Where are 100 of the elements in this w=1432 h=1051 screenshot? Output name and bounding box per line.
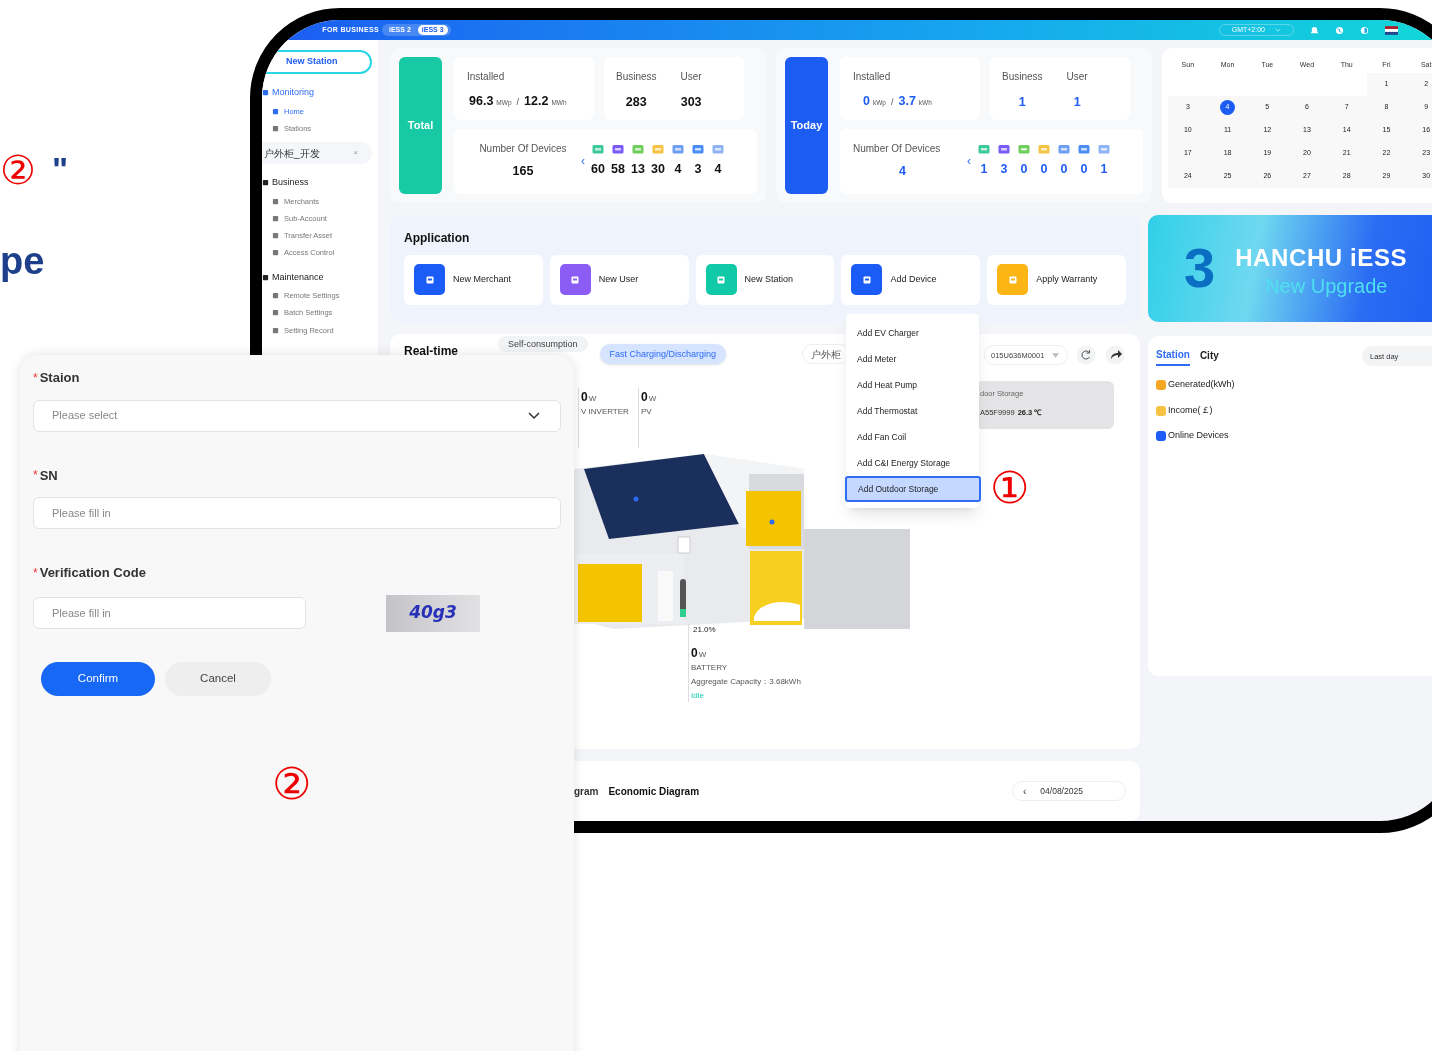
annotation-marker: ② [0,150,36,190]
chevron-down-icon [528,411,540,420]
mode-tab[interactable]: Self-consumption [498,336,588,353]
stat-value: 283 [625,94,647,111]
application-shortcut[interactable]: New User [549,254,689,305]
bell-icon [1310,25,1319,35]
station-select[interactable]: Please select [33,399,561,432]
diagram-tab[interactable]: Economic Diagram [608,783,700,799]
input-field[interactable]: Please fill in [33,597,306,629]
metric-label: Online Devices [1168,429,1229,443]
device-type-icon [1058,143,1070,154]
menu-item-icon [272,107,279,115]
battery-percent: 21.0% [693,624,717,637]
open-tab[interactable]: 户外柜_开发 × [262,142,372,164]
application-shortcut[interactable]: Apply Warranty [987,254,1126,305]
globe-icon [1335,25,1344,35]
form-button[interactable]: Cancel [165,661,271,696]
application-shortcut[interactable]: New Station [695,254,835,305]
menu-item-icon [272,197,279,205]
diagram-tab[interactable]: gram [574,783,599,799]
menu-item-icon [272,124,279,132]
stat-value: 4 [898,163,906,181]
stat-label: Number Of Devices [853,142,941,157]
separator: / [890,96,894,109]
period-block: Total [399,57,442,194]
captcha-image[interactable]: 40g3 [386,594,480,632]
banner-brand: HANCHU iESS [1235,243,1408,274]
separator: / [516,96,520,109]
menu-item-icon [272,292,279,300]
stat-value: 165 [512,163,534,181]
banner-tagline: New Upgrade [1265,276,1389,297]
menu-item[interactable]: Add C&I Energy Storage [846,450,979,476]
field-label: Verification Code [39,564,146,582]
unit-label: W [698,649,707,662]
device-type-icon [712,143,724,154]
device-count: 4 [674,160,682,178]
device-count: 0 [1060,160,1068,178]
menu-item[interactable]: Add EV Charger [846,320,979,346]
application-shortcut[interactable]: Add Device [841,254,981,305]
stat-value: 12.2 [524,93,549,110]
metric-label: Generated(kWh) [1168,378,1235,392]
device-count: 1 [1100,160,1108,178]
metric-label: Income(￡) [1168,403,1213,417]
form-button[interactable]: Confirm [41,661,155,696]
input-field[interactable]: Please fill in [33,497,561,529]
banner-number: 3 [1184,240,1216,297]
annotation-marker: ① [990,466,1029,510]
device-type-icon [692,143,704,154]
reading-label: V INVERTER [581,406,629,419]
stat-label: Number Of Devices [479,142,567,157]
section-title[interactable]: Business [272,176,309,190]
section-icon [262,179,269,187]
stat-value: 1 [1018,94,1026,111]
device-count: 1 [980,160,988,178]
field-label: Staion [39,369,80,387]
menu-item[interactable]: Add Heat Pump [846,372,979,398]
stat-label: Installed [853,70,892,84]
ranking-tab[interactable]: Station [1156,346,1190,366]
heading-fragment: pe [0,242,45,280]
previous-button[interactable]: ‹ [967,152,971,171]
menu-item-icon [272,214,279,222]
device-type-icon [978,143,990,154]
device-count: 4 [714,160,722,178]
menu-item[interactable]: Add Fan Coil [846,424,979,450]
device-type-icon [1018,143,1030,154]
power-value: 0 [641,389,648,407]
section-title: Application [404,229,471,247]
menu-item[interactable]: Add Thermostat [846,398,979,424]
device-count: 60 [591,160,605,178]
power-value: 0 [691,645,698,663]
previous-button[interactable]: ‹ [1023,783,1027,799]
required-mark: * [33,564,38,582]
unit-label: W [588,393,597,406]
device-count: 0 [1040,160,1048,178]
share-icon [1105,345,1125,366]
stat-label: Installed [467,70,506,84]
status-text: Idle [691,690,705,703]
previous-button[interactable]: ‹ [581,152,585,171]
menu-item[interactable]: Add Outdoor Storage [845,476,981,502]
stat-value: 303 [680,94,702,111]
application-shortcut[interactable]: New Merchant [404,254,543,305]
menu-item-icon [272,249,279,257]
unit-label: W [648,393,657,406]
tab-label: 户外柜_开发 [264,146,320,161]
annotation-marker: ② [272,762,311,806]
device-count: 13 [631,160,645,178]
stat-label: Business [1002,70,1043,84]
stat-label: User [1066,70,1088,84]
theme-toggle-icon [1360,25,1369,35]
device-count: 3 [1000,160,1008,178]
mode-tab[interactable]: Fast Charging/Discharging [599,344,727,365]
section-title[interactable]: Maintenance [272,270,324,284]
device-count: 0 [1020,160,1028,178]
section-title[interactable]: Monitoring [272,86,315,100]
capacity-text: Aggregate Capacity：3.68kWh [691,676,801,689]
stat-value: 0 [863,93,870,110]
refresh-icon [1076,345,1096,366]
ranking-tab[interactable]: City [1199,347,1219,365]
field-label: SN [39,466,58,485]
device-type-icon [1078,143,1090,154]
